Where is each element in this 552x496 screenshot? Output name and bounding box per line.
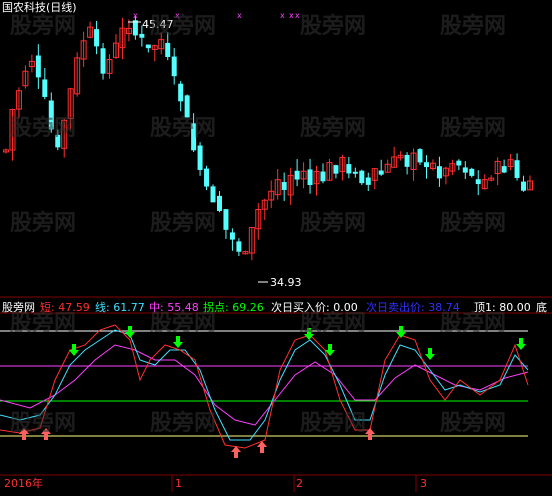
sell-arrow-icon: [173, 336, 183, 348]
indicator-line: 线: 61.77: [95, 301, 145, 314]
candle-body-down: [475, 179, 481, 185]
candle-body-down: [359, 170, 365, 184]
candle-body-down: [145, 44, 151, 49]
candle-body-down: [423, 162, 429, 168]
candle-body-down: [333, 165, 339, 174]
candle-body-down: [223, 209, 229, 230]
watermark: 股旁网: [300, 211, 367, 236]
watermark: 股旁网: [10, 14, 77, 39]
candle-body-down: [469, 168, 475, 176]
chart-window[interactable]: xxxxxx 国农科技(日线) 45.47 34.93 股旁网 短: 47.59…: [0, 0, 552, 492]
marker-x: x: [280, 11, 285, 20]
candle-body-down: [352, 171, 358, 174]
candle-body-down: [35, 55, 41, 78]
candle-body-down: [378, 170, 384, 175]
sell-arrow-icon: [425, 348, 435, 360]
watermark: 股旁网: [10, 211, 77, 236]
candle-body-down: [165, 42, 171, 58]
candle-body-down: [132, 20, 138, 36]
low-price-label: 34.93: [270, 276, 302, 289]
watermark: 股旁网: [440, 116, 507, 141]
watermark: 股旁网: [150, 116, 217, 141]
time-axis-label-month-1: 1: [175, 477, 182, 490]
marker-x: x: [289, 11, 294, 20]
watermark: 股旁网: [10, 116, 77, 141]
indicator-bottom: 底: [536, 301, 547, 314]
buy-arrow-icon: [231, 446, 241, 458]
watermark: 股旁网: [300, 411, 367, 436]
candle-body-down: [404, 154, 410, 167]
candle-body-down: [139, 33, 145, 38]
watermark: 股旁网: [440, 311, 507, 336]
candle-body-down: [456, 160, 462, 166]
time-axis-label-month-2: 2: [296, 477, 303, 490]
sell-arrow-icon: [69, 344, 79, 356]
watermark: 股旁网: [440, 411, 507, 436]
watermark: 股旁网: [150, 211, 217, 236]
watermark: 股旁网: [440, 211, 507, 236]
candle-body-down: [294, 170, 300, 180]
watermark: 股旁网: [10, 311, 77, 336]
time-axis-label-month-3: 3: [420, 477, 427, 490]
candle-body-down: [171, 56, 177, 77]
candle-body-down: [417, 149, 423, 163]
watermark: 股旁网: [300, 116, 367, 141]
watermark: 股旁网: [150, 411, 217, 436]
candle-body-down: [42, 79, 48, 97]
time-axis-label-year: 2016年: [4, 477, 43, 490]
candle-body-down: [462, 167, 468, 173]
candle-body-down: [365, 177, 371, 185]
candle-body-down: [514, 160, 520, 178]
watermark: 股旁网: [300, 14, 367, 39]
candle-body-down: [521, 181, 527, 191]
candle-body-down: [281, 182, 287, 190]
candle-body-down: [100, 48, 106, 74]
candle-body-down: [320, 171, 326, 182]
candle-body-down: [436, 166, 442, 179]
candle-body-down: [94, 29, 100, 47]
marker-x: x: [237, 11, 242, 20]
candle-body-down: [210, 186, 216, 203]
candle-body-down: [204, 168, 210, 187]
marker-x: x: [133, 11, 138, 20]
candle-body-down: [307, 169, 313, 186]
watermark: 股旁网: [150, 14, 217, 39]
watermark: 股旁网: [150, 311, 217, 336]
candle-body-down: [229, 232, 235, 240]
candle-body-down: [216, 195, 222, 211]
candle-body-down: [501, 166, 507, 173]
watermark: 股旁网: [440, 14, 507, 39]
watermark: 股旁网: [10, 411, 77, 436]
candle-body-down: [178, 83, 184, 102]
candle-body-down: [197, 145, 203, 170]
candle-body-down: [236, 241, 242, 252]
watermark: 股旁网: [300, 311, 367, 336]
sell-arrow-icon: [516, 338, 526, 350]
candle-body-down: [346, 164, 352, 174]
